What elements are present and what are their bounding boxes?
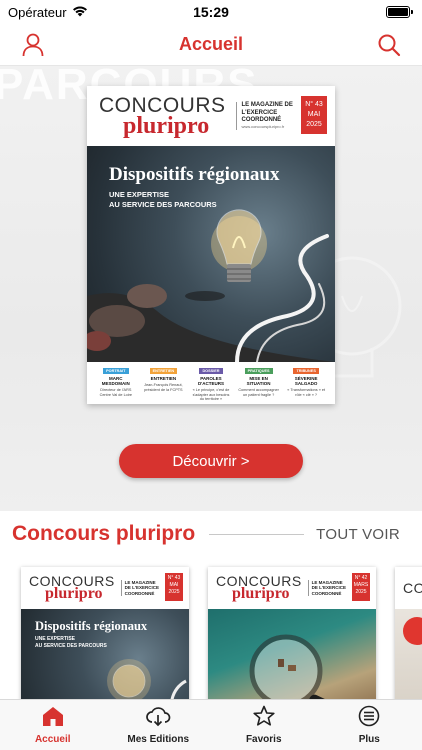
cover-masthead: CONCOURS pluripro LE MAGAZINE DE L'EXERC… [87, 86, 335, 146]
feature-item: ENTRETIEN ENTRETIEN Jean-François Renaut… [144, 368, 183, 392]
issue-badge: N° 42 MARS 2025 [352, 573, 370, 601]
issue-badge: N° 43 MAI 2025 [301, 96, 327, 134]
status-left: Opérateur [8, 5, 88, 20]
featured-magazine-cover[interactable]: CONCOURS pluripro LE MAGAZINE DE L'EXERC… [87, 86, 335, 404]
carrier-label: Opérateur [8, 4, 67, 20]
cover-subheadline: UNE EXPERTISE AU SERVICE DES PARCOURS [109, 190, 217, 210]
app-screen: Opérateur 15:29 Accueil PARCOURS [0, 0, 422, 750]
feature-item: TRIBUNES SÉVERINE SALGADO « Transformati… [287, 368, 326, 397]
cover-photo [208, 609, 376, 699]
status-bar: Opérateur 15:29 [0, 0, 422, 24]
home-icon [41, 705, 65, 732]
cover-headline: Dispositifs régionaux [35, 619, 148, 633]
cover-photo: Dispositifs régionaux UNE EXPERTISE AU S… [21, 609, 189, 699]
more-icon [357, 705, 381, 732]
issue-thumbnail[interactable]: CONCOURS [395, 567, 422, 699]
issues-carousel[interactable]: CONCOURS pluripro LE MAGAZINE DE L'EXERC… [0, 557, 422, 699]
tab-label: Mes Editions [127, 734, 190, 745]
battery-icon [386, 6, 413, 18]
cover-masthead: CONCOURS pluripro LE MAGAZINE DE L'EXERC… [208, 567, 376, 609]
profile-icon[interactable] [18, 30, 48, 60]
magazine-logo: CONCOURS pluripro [216, 573, 302, 602]
section-header: Concours pluripro TOUT VOIR [0, 511, 422, 557]
feature-item: PORTRAIT MARC MESDOMAIN Directeur de l'A… [99, 368, 133, 397]
magazine-tagline: LE MAGAZINE DE L'EXERCICE COORDONNÉ [307, 579, 348, 597]
cover-features: PORTRAIT MARC MESDOMAIN Directeur de l'A… [87, 362, 335, 404]
hero-banner: PARCOURS CONCOURS pluripro LE MAGAZINE D… [0, 66, 422, 511]
magazine-logo: CONCOURS [403, 580, 422, 596]
tab-favorites[interactable]: Favoris [211, 700, 317, 750]
feature-item: PRATIQUES MISE EN SITUATION Comment acco… [238, 368, 279, 397]
page-title: Accueil [178, 34, 244, 54]
feature-item: DOSSIER PAROLES D'ACTEURS « Le principe,… [192, 368, 230, 402]
tab-label: Accueil [34, 734, 71, 745]
magazine-logo: CONCOURS pluripro [29, 573, 115, 602]
tab-more[interactable]: Plus [317, 700, 422, 750]
section-title: Concours pluripro [12, 522, 196, 545]
cover-masthead: CONCOURS pluripro LE MAGAZINE DE L'EXERC… [21, 567, 189, 609]
cover-subheadline: UNE EXPERTISE AU SERVICE DES PARCOURS [35, 636, 107, 649]
issue-thumbnail[interactable]: CONCOURS pluripro LE MAGAZINE DE L'EXERC… [21, 567, 189, 699]
star-icon [252, 705, 276, 732]
tab-label: Favoris [245, 734, 282, 745]
magazine-tagline: LE MAGAZINE DE L'EXERCICE COORDONNÉ [120, 579, 161, 597]
tab-label: Plus [358, 734, 380, 745]
cover-masthead: CONCOURS [395, 567, 422, 609]
cover-headline: Dispositifs régionaux [109, 164, 280, 185]
wifi-icon [72, 5, 88, 20]
tab-editions[interactable]: Mes Editions [106, 700, 212, 750]
search-icon[interactable] [374, 30, 404, 60]
see-all-link[interactable]: TOUT VOIR [316, 526, 400, 543]
tab-bar: Accueil Mes Editions Favoris Plus [0, 699, 422, 750]
issue-thumbnail[interactable]: CONCOURS pluripro LE MAGAZINE DE L'EXERC… [208, 567, 376, 699]
magazine-logo: CONCOURS pluripro [99, 93, 226, 139]
cover-photo [395, 609, 422, 699]
download-cloud-icon [145, 705, 171, 732]
discover-button[interactable]: Découvrir > [119, 444, 303, 478]
issue-badge: N° 43 MAI 2025 [165, 573, 183, 601]
divider [209, 533, 305, 535]
navigation-bar: Accueil [0, 24, 422, 66]
tab-home[interactable]: Accueil [0, 700, 106, 750]
cover-photo: Dispositifs régionaux UNE EXPERTISE AU S… [87, 146, 335, 362]
magazine-tagline: LE MAGAZINE DE L'EXERCICE COORDONNÉ www.… [235, 102, 294, 130]
